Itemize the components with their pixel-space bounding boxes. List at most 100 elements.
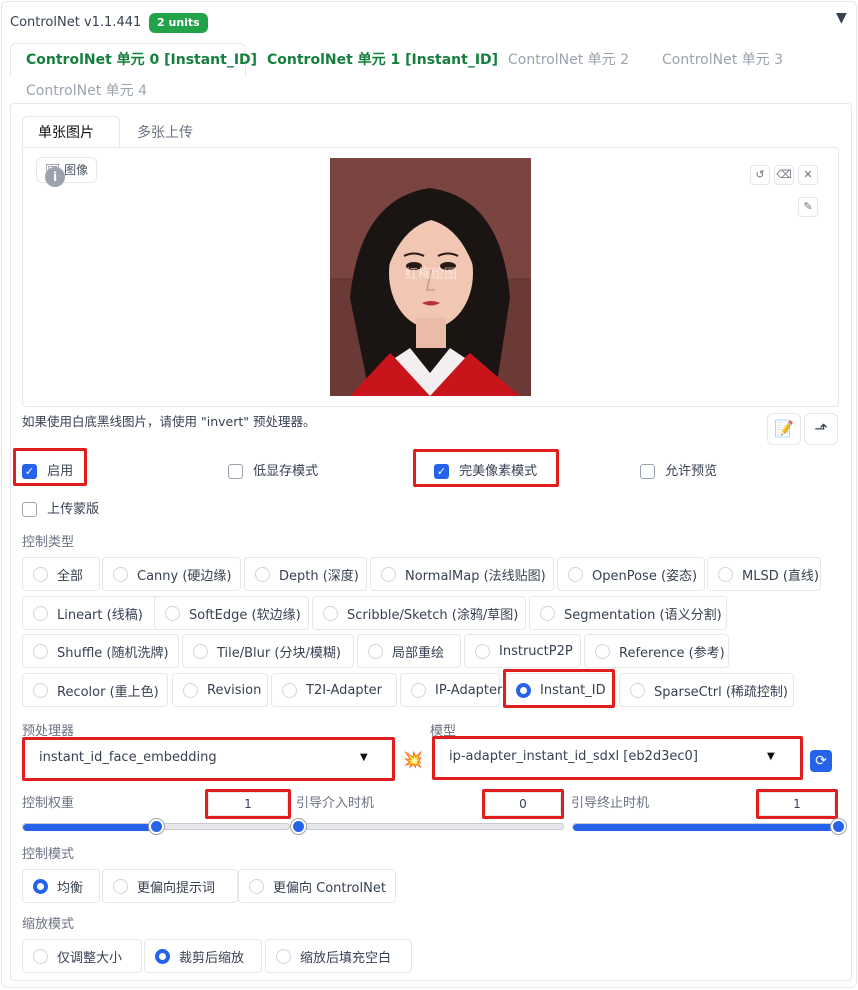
radio-dot bbox=[718, 566, 733, 582]
brush-icon[interactable]: ✎ bbox=[798, 197, 818, 217]
allow-preview-checkbox[interactable]: 允许预览 bbox=[640, 460, 717, 479]
rotate-icon[interactable]: ↺ bbox=[750, 165, 770, 185]
radio-option[interactable]: Revision bbox=[172, 673, 268, 707]
end-slider-fill bbox=[573, 824, 837, 831]
radio-label: OpenPose (姿态) bbox=[592, 568, 698, 584]
tab-unit-3[interactable]: ControlNet 单元 3 bbox=[662, 50, 783, 70]
checkbox-empty bbox=[640, 464, 655, 479]
model-select[interactable]: ip-adapter_instant_id_sdxl [eb2d3ec0] ▼ bbox=[435, 739, 800, 777]
radio-option[interactable]: T2I-Adapter bbox=[271, 673, 397, 707]
model-value: ip-adapter_instant_id_sdxl [eb2d3ec0] bbox=[449, 749, 698, 764]
low-vram-checkbox[interactable]: 低显存模式 bbox=[228, 460, 318, 479]
radio-dot bbox=[249, 878, 264, 894]
radio-option[interactable]: 裁剪后缩放 bbox=[144, 939, 262, 973]
radio-label: 缩放后填充空白 bbox=[300, 950, 392, 966]
radio-option[interactable]: 更偏向提示词 bbox=[102, 869, 238, 903]
radio-label: MLSD (直线) bbox=[742, 568, 819, 584]
radio-option[interactable]: Segmentation (语义分割) bbox=[529, 596, 727, 630]
radio-option[interactable]: Tile/Blur (分块/模糊) bbox=[182, 634, 354, 668]
radio-dot bbox=[255, 566, 270, 582]
radio-option[interactable]: 局部重绘 bbox=[357, 634, 461, 668]
radio-option[interactable]: Scribble/Sketch (涂鸦/草图) bbox=[312, 596, 526, 630]
radio-dot bbox=[595, 643, 610, 659]
notepad-icon[interactable]: 📝 bbox=[767, 413, 801, 445]
tab-unit-4[interactable]: ControlNet 单元 4 bbox=[26, 81, 147, 101]
radio-label: 更偏向 ControlNet bbox=[273, 880, 386, 896]
enable-checkbox[interactable]: ✓ 启用 bbox=[22, 460, 73, 479]
radio-label: Reference (参考) bbox=[619, 645, 725, 661]
start-number-input[interactable]: 0 bbox=[485, 792, 561, 816]
tab-unit-2[interactable]: ControlNet 单元 2 bbox=[508, 50, 629, 70]
triangle-down-icon[interactable]: ▼ bbox=[836, 10, 847, 26]
weight-label: 控制权重 bbox=[22, 796, 75, 811]
radio-dot bbox=[411, 682, 426, 698]
upload-mask-label: 上传蒙版 bbox=[47, 502, 100, 517]
radio-option[interactable]: Shuffle (随机洗牌) bbox=[22, 634, 179, 668]
radio-option[interactable]: 全部 bbox=[22, 557, 100, 591]
radio-dot bbox=[568, 566, 583, 582]
radio-option[interactable]: OpenPose (姿态) bbox=[557, 557, 705, 591]
radio-dot bbox=[540, 605, 555, 621]
radio-option[interactable]: 缩放后填充空白 bbox=[265, 939, 412, 973]
radio-label: 更偏向提示词 bbox=[137, 880, 216, 896]
radio-label: Shuffle (随机洗牌) bbox=[57, 645, 169, 661]
end-label: 引导终止时机 bbox=[571, 796, 650, 811]
invert-hint: 如果使用白底黑线图片，请使用 "invert" 预处理器。 bbox=[22, 414, 316, 429]
radio-option[interactable]: SoftEdge (软边缘) bbox=[154, 596, 309, 630]
radio-option[interactable]: 均衡 bbox=[22, 869, 100, 903]
refresh-icon[interactable]: ⟳ bbox=[810, 750, 832, 772]
radio-option[interactable]: 仅调整大小 bbox=[22, 939, 142, 973]
weight-number-input[interactable]: 1 bbox=[208, 792, 288, 816]
radio-option[interactable]: Depth (深度) bbox=[244, 557, 367, 591]
radio-option[interactable]: SparseCtrl (稀疏控制) bbox=[619, 673, 794, 707]
end-slider-thumb[interactable] bbox=[831, 819, 846, 834]
weight-slider-thumb[interactable] bbox=[149, 819, 164, 834]
radio-label: SoftEdge (软边缘) bbox=[189, 607, 301, 623]
tab-unit-0[interactable]: ControlNet 单元 0 [Instant_ID] bbox=[26, 50, 257, 70]
eraser-icon[interactable]: ⌫ bbox=[774, 165, 794, 185]
explosion-icon[interactable]: 💥 bbox=[403, 750, 423, 769]
radio-label: T2I-Adapter bbox=[306, 682, 383, 698]
info-icon: i bbox=[45, 167, 65, 187]
send-arrow-icon[interactable]: ⬏ bbox=[804, 413, 838, 445]
start-slider-track[interactable] bbox=[298, 823, 564, 830]
tab-unit-1[interactable]: ControlNet 单元 1 [Instant_ID] bbox=[267, 50, 498, 70]
radio-option[interactable]: InstructP2P bbox=[464, 634, 581, 668]
enable-label: 启用 bbox=[47, 464, 74, 479]
radio-label: 仅调整大小 bbox=[57, 950, 123, 966]
radio-option[interactable]: Recolor (重上色) bbox=[22, 673, 168, 707]
radio-option[interactable]: Reference (参考) bbox=[584, 634, 729, 668]
radio-option[interactable]: Canny (硬边缘) bbox=[102, 557, 241, 591]
radio-dot bbox=[276, 948, 291, 964]
radio-option[interactable]: 更偏向 ControlNet bbox=[238, 869, 396, 903]
panel-title[interactable]: ControlNet v1.1.441 bbox=[10, 15, 141, 30]
radio-option[interactable]: NormalMap (法线贴图) bbox=[370, 557, 554, 591]
start-label: 引导介入时机 bbox=[296, 796, 375, 811]
radio-dot bbox=[33, 605, 48, 621]
pixel-perfect-checkbox[interactable]: ✓ 完美像素模式 bbox=[434, 460, 537, 479]
radio-option[interactable]: MLSD (直线) bbox=[707, 557, 821, 591]
radio-label: Depth (深度) bbox=[279, 568, 359, 584]
radio-dot bbox=[155, 948, 170, 964]
preprocessor-select[interactable]: instant_id_face_embedding ▼ bbox=[25, 740, 392, 778]
upload-mask-checkbox[interactable]: 上传蒙版 bbox=[22, 498, 99, 517]
radio-label: Scribble/Sketch (涂鸦/草图) bbox=[347, 607, 519, 623]
control-type-label: 控制类型 bbox=[22, 535, 75, 550]
close-icon[interactable]: ✕ bbox=[798, 165, 818, 185]
radio-option[interactable]: IP-Adapter bbox=[400, 673, 502, 707]
radio-label: 全部 bbox=[57, 568, 84, 584]
checkbox-empty bbox=[228, 464, 243, 479]
radio-dot bbox=[33, 878, 48, 894]
allow-preview-label: 允许预览 bbox=[665, 464, 718, 479]
end-slider-track[interactable] bbox=[572, 823, 838, 831]
resize-mode-label: 缩放模式 bbox=[22, 917, 75, 932]
radio-label: 均衡 bbox=[57, 880, 84, 896]
radio-dot bbox=[113, 566, 128, 582]
end-number-input[interactable]: 1 bbox=[759, 792, 835, 816]
radio-dot bbox=[183, 682, 198, 698]
radio-option[interactable]: Lineart (线稿) bbox=[22, 596, 167, 630]
start-slider-thumb[interactable] bbox=[291, 819, 306, 834]
tab-single-image[interactable]: 单张图片 bbox=[38, 122, 94, 142]
radio-label: Revision bbox=[207, 682, 262, 698]
tab-batch-upload[interactable]: 多张上传 bbox=[137, 122, 193, 142]
